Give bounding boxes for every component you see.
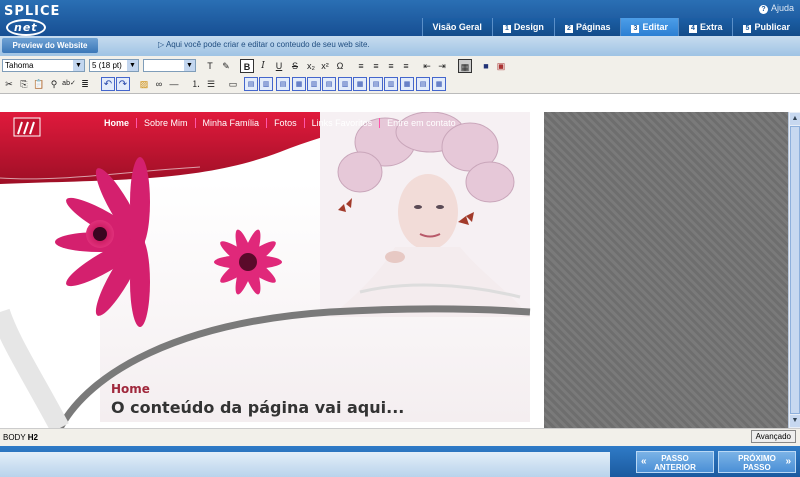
- link-icon[interactable]: ∞: [152, 77, 166, 91]
- footer-panel: [0, 452, 610, 477]
- site-nav-minha-familia[interactable]: Minha Família: [194, 118, 267, 128]
- subscript-icon[interactable]: x₂: [304, 59, 318, 73]
- preview-icon[interactable]: ▣: [494, 59, 508, 73]
- paste-icon[interactable]: 📋: [32, 77, 46, 91]
- spellcheck-icon[interactable]: ab✓: [62, 77, 76, 91]
- highlight-icon[interactable]: ✎: [219, 59, 233, 73]
- table-props-icon[interactable]: ▦: [353, 77, 367, 91]
- help-icon: ?: [758, 5, 768, 14]
- indent-icon[interactable]: ⇥: [435, 59, 449, 73]
- site-nav-home[interactable]: Home: [104, 118, 136, 128]
- chevron-down-icon: ▼: [127, 60, 138, 71]
- font-size-select[interactable]: 5 (18 pt) ▼: [89, 59, 139, 72]
- undo-icon[interactable]: ↶: [101, 77, 115, 91]
- font-family-select[interactable]: Tahoma ▼: [2, 59, 85, 72]
- tab-design[interactable]: 1 Design: [491, 18, 554, 36]
- redo-icon[interactable]: ↷: [116, 77, 130, 91]
- scroll-thumb[interactable]: [790, 126, 800, 414]
- text-color-icon[interactable]: T: [203, 59, 217, 73]
- toggle-view-icon[interactable]: ▦: [458, 59, 472, 73]
- align-right-icon[interactable]: ≡: [384, 59, 398, 73]
- scroll-down-icon[interactable]: ▼: [790, 415, 800, 427]
- cell-props-icon[interactable]: ▦: [292, 77, 306, 91]
- remove-format-icon[interactable]: ≣: [78, 77, 92, 91]
- preview-website-button[interactable]: Preview do Website: [2, 38, 98, 53]
- footer: « PASSO ANTERIOR » PRÓXIMO PASSO: [0, 446, 800, 477]
- main-tabs: Visão Geral 1 Design 2 Páginas 3 Editar 4 Ex…: [421, 18, 800, 36]
- delete-cell-icon[interactable]: ▥: [384, 77, 398, 91]
- canvas-gray-area: [544, 112, 788, 428]
- grid-icon[interactable]: ▦: [432, 77, 446, 91]
- chevron-right-icon: »: [785, 456, 791, 467]
- chevron-left-icon: «: [641, 456, 647, 467]
- help-link[interactable]: ? Ajuda: [758, 3, 794, 14]
- info-text: ▷ Aqui você pode criar e editar o conteu…: [158, 40, 370, 49]
- site-nav: Home Sobre Mim Minha Família Fotos Links…: [104, 118, 463, 128]
- italic-button[interactable]: I: [256, 59, 270, 73]
- image-icon[interactable]: ▨: [137, 77, 151, 91]
- sub-header: Preview do Website ▷ Aqui você pode cria…: [0, 36, 800, 56]
- arrow-icon: ▷: [158, 40, 166, 49]
- superscript-icon[interactable]: x²: [318, 59, 332, 73]
- content-small-heading[interactable]: Home: [111, 382, 150, 396]
- tab-extra[interactable]: 4 Extra: [677, 18, 733, 36]
- insert-row-icon[interactable]: ▤: [244, 77, 258, 91]
- site-logo-icon: [13, 117, 41, 137]
- tab-paginas[interactable]: 2 Páginas: [553, 18, 621, 36]
- tab-publicar[interactable]: 5 Publicar: [732, 18, 800, 36]
- outdent-icon[interactable]: ⇤: [420, 59, 434, 73]
- site-banner-graphic: [0, 112, 544, 428]
- strikethrough-button[interactable]: S: [288, 59, 302, 73]
- bullet-list-icon[interactable]: ☰: [204, 77, 218, 91]
- status-bar: BODY H2 Avançado: [0, 428, 800, 446]
- find-icon[interactable]: ⚲: [47, 77, 61, 91]
- save-icon[interactable]: ■: [479, 59, 493, 73]
- ordered-list-icon[interactable]: ⒈: [189, 77, 203, 91]
- delete-row-icon[interactable]: ▤: [276, 77, 290, 91]
- split-cells-icon[interactable]: ▤: [322, 77, 336, 91]
- align-center-icon[interactable]: ≡: [369, 59, 383, 73]
- bold-button[interactable]: B: [240, 59, 254, 73]
- content-main-heading[interactable]: O conteúdo da página vai aqui...: [111, 398, 404, 417]
- woman-portrait-image: [320, 112, 530, 317]
- align-left-icon[interactable]: ≡: [354, 59, 368, 73]
- scroll-up-icon[interactable]: ▲: [790, 113, 800, 125]
- editor-canvas[interactable]: Home Sobre Mim Minha Família Fotos Links…: [0, 112, 544, 428]
- col-props-icon[interactable]: ▤: [416, 77, 430, 91]
- previous-step-button[interactable]: « PASSO ANTERIOR: [636, 451, 714, 473]
- app-logo: SPLICEnet: [4, 4, 61, 36]
- delete-col-icon[interactable]: ▥: [338, 77, 352, 91]
- chevron-down-icon: ▼: [184, 60, 195, 71]
- insert-cell-icon[interactable]: ▤: [369, 77, 383, 91]
- special-char-icon[interactable]: Ω: [333, 59, 347, 73]
- vertical-scrollbar[interactable]: ▲ ▼: [788, 112, 800, 428]
- site-nav-links-favoritos[interactable]: Links Favoritos: [303, 118, 380, 128]
- site-nav-sobre-mim[interactable]: Sobre Mim: [136, 118, 195, 128]
- top-header: SPLICEnet ? Ajuda Visão Geral 1 Design 2 Pá…: [0, 0, 800, 36]
- site-nav-contato[interactable]: Entre em contato: [379, 118, 463, 128]
- table-icon[interactable]: ▭: [226, 77, 240, 91]
- row-props-icon[interactable]: ▦: [400, 77, 414, 91]
- cut-icon[interactable]: ✂: [2, 77, 16, 91]
- insert-col-icon[interactable]: ▥: [259, 77, 273, 91]
- tab-visao-geral[interactable]: Visão Geral: [421, 18, 492, 36]
- element-path: BODY H2: [3, 433, 38, 442]
- site-nav-fotos[interactable]: Fotos: [266, 118, 304, 128]
- justify-icon[interactable]: ≡: [399, 59, 413, 73]
- chevron-down-icon: ▼: [73, 60, 84, 71]
- editor-toolbar: Tahoma ▼ 5 (18 pt) ▼ ▼ T ✎ B I U S x₂ x² Ω…: [0, 56, 800, 94]
- advanced-button[interactable]: Avançado: [750, 430, 796, 443]
- style-select[interactable]: ▼: [143, 59, 196, 72]
- copy-icon[interactable]: ⎘: [17, 77, 31, 91]
- underline-button[interactable]: U: [272, 59, 286, 73]
- tab-editar[interactable]: 3 Editar: [620, 18, 678, 36]
- horizontal-rule-icon[interactable]: —: [167, 77, 181, 91]
- next-step-button[interactable]: » PRÓXIMO PASSO: [718, 451, 796, 473]
- merge-cells-icon[interactable]: ▥: [307, 77, 321, 91]
